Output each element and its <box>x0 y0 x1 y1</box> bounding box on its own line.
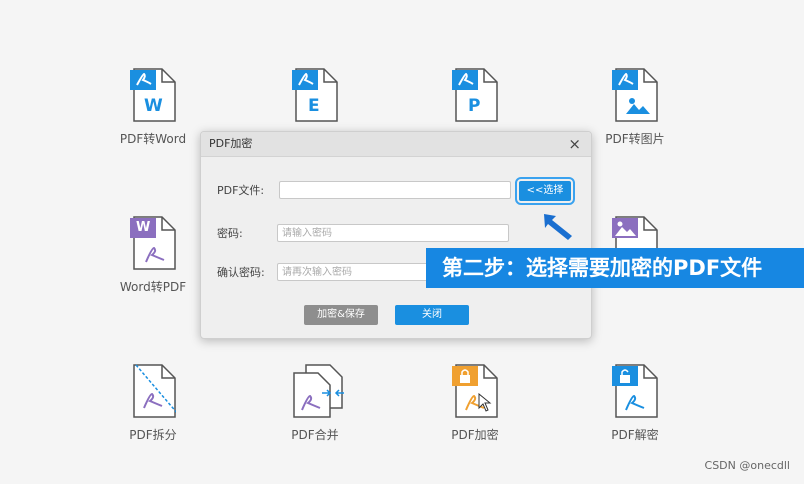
pdf-to-image-icon <box>612 68 658 122</box>
ppt-badge: P <box>468 96 481 116</box>
pdf-merge-label: PDF合并 <box>291 428 339 442</box>
pdf-decrypt-label: PDF解密 <box>611 428 659 442</box>
pdf-split-label: PDF拆分 <box>129 428 177 442</box>
pdf-to-word-icon: W <box>130 68 176 122</box>
pdf-split-icon <box>130 364 176 418</box>
tool-pdf-to-ppt[interactable]: P <box>415 68 535 130</box>
pdf-decrypt-icon <box>612 364 658 418</box>
tool-pdf-split[interactable]: PDF拆分 <box>93 364 213 443</box>
word-to-pdf-label: Word转PDF <box>119 280 187 294</box>
excel-badge: E <box>308 96 320 116</box>
watermark: CSDN @onecdll <box>704 459 790 472</box>
tutorial-banner: 第二步：选择需要加密的PDF文件 <box>426 248 804 288</box>
encrypt-save-button[interactable]: 加密&保存 <box>304 305 378 325</box>
tool-pdf-to-image[interactable]: PDF转图片 <box>575 68 695 147</box>
file-path-input[interactable] <box>279 181 511 199</box>
pdf-merge-icon <box>292 364 344 418</box>
select-file-button[interactable]: <<选择 <box>515 177 575 205</box>
tool-word-to-pdf[interactable]: W Word转PDF <box>93 216 213 295</box>
pdf-to-word-label: PDF转Word <box>119 132 187 146</box>
pdf-to-excel-icon: E <box>292 68 338 122</box>
pdf-encrypt-label: PDF加密 <box>451 428 499 442</box>
tool-pdf-decrypt[interactable]: PDF解密 <box>575 364 695 443</box>
pdf-to-image-label: PDF转图片 <box>605 132 665 146</box>
tool-pdf-merge[interactable]: PDF合并 <box>255 364 375 443</box>
file-label: PDF文件: <box>217 184 265 197</box>
password-input[interactable] <box>277 224 509 242</box>
dialog-titlebar: PDF加密 × <box>201 132 591 157</box>
dialog-title: PDF加密 <box>209 137 253 150</box>
pdf-to-ppt-icon: P <box>452 68 498 122</box>
confirm-password-label: 确认密码: <box>217 266 265 279</box>
close-button[interactable]: 关闭 <box>395 305 469 325</box>
tool-pdf-to-word[interactable]: W PDF转Word <box>93 68 213 147</box>
pointer-arrow-icon <box>544 214 572 240</box>
pdf-encrypt-dialog: PDF加密 × PDF文件: <<选择 密码: 确认密码: 加密&保存 关闭 <box>200 131 592 339</box>
tool-pdf-encrypt[interactable]: PDF加密 <box>415 364 535 443</box>
password-label: 密码: <box>217 227 243 240</box>
word-to-pdf-icon: W <box>130 216 176 270</box>
dialog-close-icon[interactable]: × <box>568 132 581 156</box>
word-badge: W <box>144 96 163 116</box>
tool-pdf-to-excel[interactable]: E <box>255 68 375 130</box>
word-to-pdf-badge: W <box>136 220 151 235</box>
mouse-cursor-icon <box>478 393 492 412</box>
